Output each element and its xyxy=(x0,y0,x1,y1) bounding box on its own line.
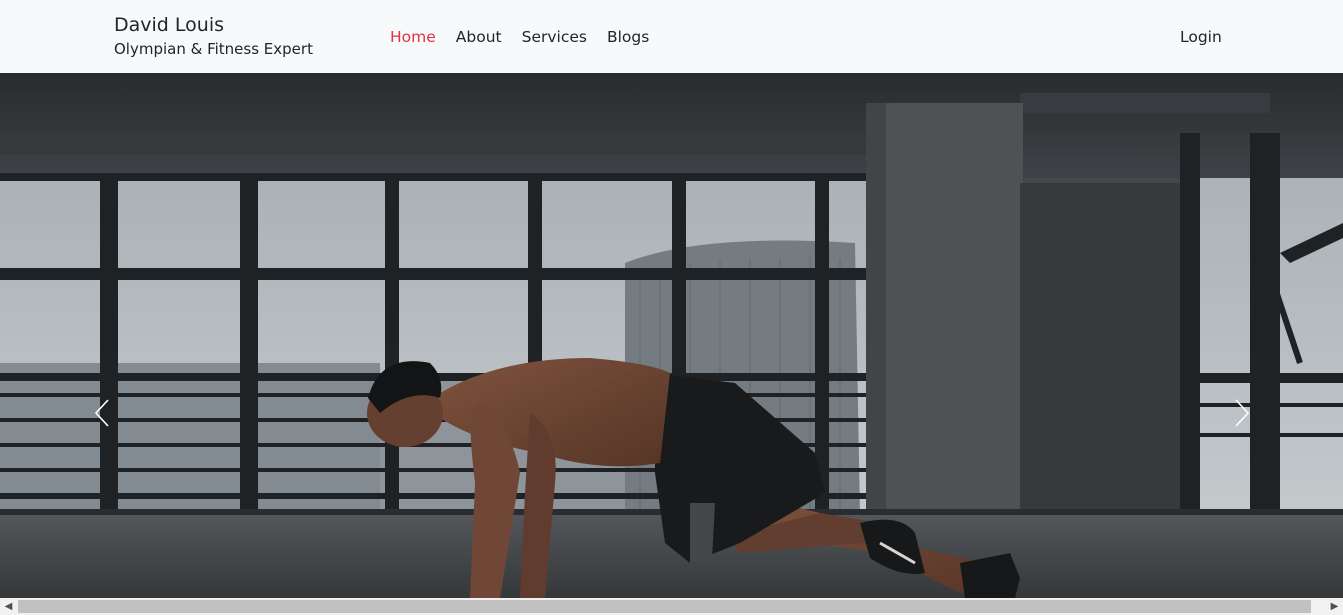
horizontal-scrollbar[interactable]: ◀ ▶ xyxy=(0,598,1343,615)
nav-link-services[interactable]: Services xyxy=(522,27,587,47)
brand[interactable]: David Louis Olympian & Fitness Expert xyxy=(114,12,313,59)
chevron-left-icon xyxy=(94,399,109,427)
arrow-left-icon[interactable]: ◀ xyxy=(0,598,17,615)
carousel-next-button[interactable] xyxy=(1226,398,1256,428)
nav-link-blogs[interactable]: Blogs xyxy=(607,27,649,47)
navbar: David Louis Olympian & Fitness Expert Ho… xyxy=(0,0,1343,73)
nav-link-home[interactable]: Home xyxy=(390,27,436,47)
arrow-right-icon[interactable]: ▶ xyxy=(1326,598,1343,615)
nav-menu: Home About Services Blogs xyxy=(390,27,669,47)
hero-carousel xyxy=(0,73,1343,598)
hero-image xyxy=(0,73,1343,598)
carousel-prev-button[interactable] xyxy=(88,398,118,428)
brand-name: David Louis xyxy=(114,14,224,36)
brand-tagline: Olympian & Fitness Expert xyxy=(114,40,313,58)
chevron-right-icon xyxy=(1235,399,1250,427)
scrollbar-thumb[interactable] xyxy=(18,600,1311,613)
login-link[interactable]: Login xyxy=(1180,27,1222,47)
nav-link-about[interactable]: About xyxy=(456,27,502,47)
